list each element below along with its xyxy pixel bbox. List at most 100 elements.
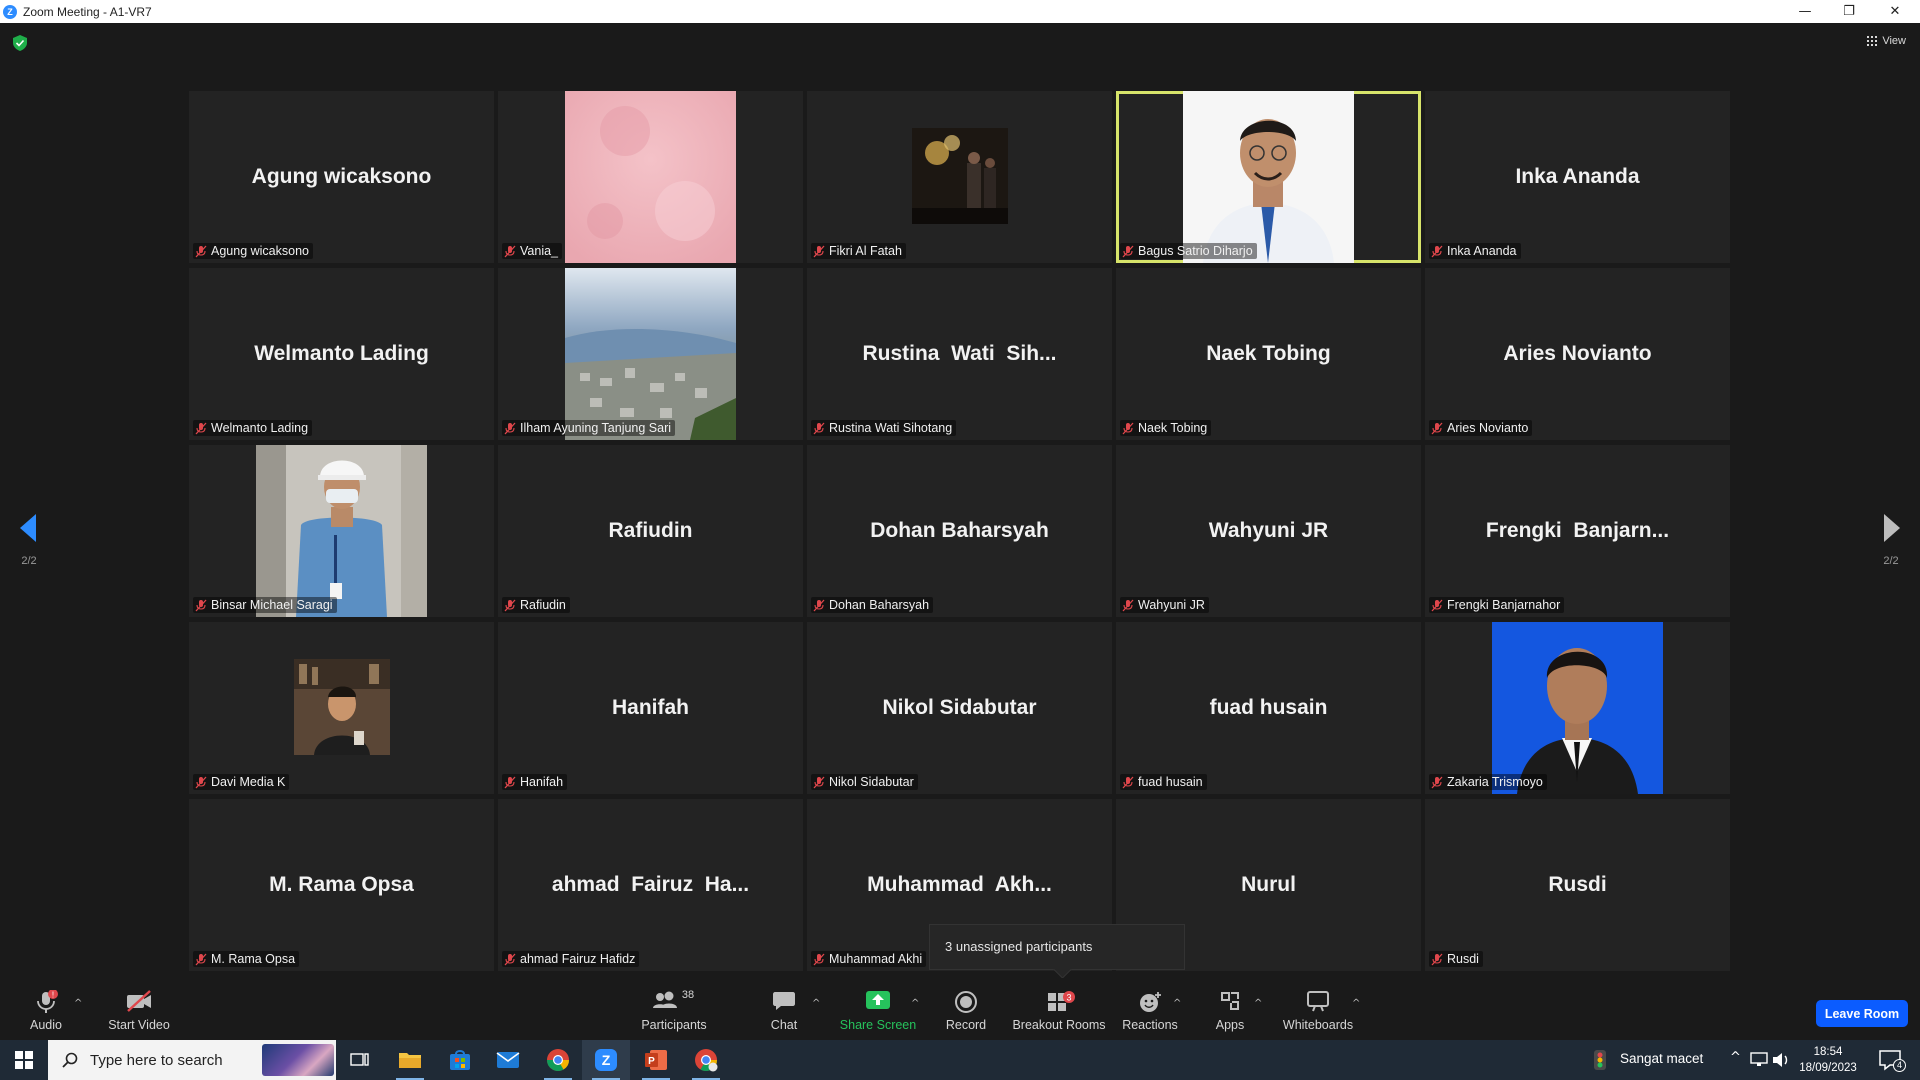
muted-mic-icon (504, 776, 516, 788)
restore-button[interactable]: ❐ (1826, 0, 1872, 23)
participant-tile[interactable]: Wahyuni JR Wahyuni JR (1116, 445, 1421, 617)
participant-tile[interactable]: Agung wicaksono Agung wicaksono (189, 91, 494, 263)
chat-bubble-icon (773, 992, 795, 1010)
participant-tile[interactable]: ahmad Fairuz Ha... ahmad Fairuz Hafidz (498, 799, 803, 971)
participants-icon: 38 (653, 990, 694, 1008)
participant-tile[interactable]: Welmanto Lading Welmanto Lading (189, 268, 494, 440)
taskbar-mail[interactable] (484, 1040, 532, 1080)
svg-text:Z: Z (602, 1052, 611, 1068)
audio-options-caret-icon[interactable]: ^ (74, 998, 82, 1009)
apps-button[interactable]: Apps (1210, 978, 1250, 1040)
taskbar-file-explorer[interactable] (386, 1040, 434, 1080)
network-icon[interactable] (1750, 1052, 1768, 1068)
minimize-button[interactable]: — (1782, 0, 1828, 23)
volume-icon[interactable] (1772, 1052, 1790, 1068)
muted-mic-icon (813, 599, 825, 611)
whiteboard-icon (1307, 991, 1329, 1012)
participant-tile[interactable]: Naek Tobing Naek Tobing (1116, 268, 1421, 440)
start-video-button[interactable]: Start Video (104, 978, 174, 1040)
muted-mic-icon (1431, 953, 1443, 965)
whiteboards-options-caret-icon[interactable]: ^ (1352, 998, 1360, 1009)
participant-tile[interactable]: Binsar Michael Saragi (189, 445, 494, 617)
taskbar-chrome-profile[interactable] (682, 1040, 730, 1080)
hidden-icons-chevron-icon[interactable]: ^ (1730, 1050, 1741, 1065)
participant-tile[interactable]: Vania_ (498, 91, 803, 263)
apps-options-caret-icon[interactable]: ^ (1254, 998, 1262, 1009)
leave-room-button[interactable]: Leave Room (1816, 1000, 1908, 1027)
taskbar-chrome[interactable] (534, 1040, 582, 1080)
participant-tile[interactable]: fuad husain fuad husain (1116, 622, 1421, 794)
chrome-icon (547, 1049, 569, 1071)
unassigned-participants-popup[interactable]: 3 unassigned participants (929, 924, 1185, 970)
participant-name-tag: Rafiudin (502, 597, 570, 613)
next-page-arrow-icon[interactable] (1882, 514, 1902, 542)
reactions-button[interactable]: Reactions (1122, 978, 1178, 1040)
close-button[interactable]: ✕ (1872, 0, 1918, 23)
participant-tile[interactable]: Frengki Banjarn... Frengki Banjarnahor (1425, 445, 1730, 617)
page-indicator-right: 2/2 (1883, 555, 1899, 567)
participant-name-tag: Binsar Michael Saragi (193, 597, 337, 613)
participant-tile[interactable]: M. Rama Opsa M. Rama Opsa (189, 799, 494, 971)
participant-name-tag: Nikol Sidabutar (811, 774, 918, 790)
taskbar-clock[interactable]: 18:54 18/09/2023 (1790, 1044, 1866, 1076)
participant-tile[interactable]: Aries Novianto Aries Novianto (1425, 268, 1730, 440)
previous-page-arrow-icon[interactable] (18, 514, 38, 542)
participant-name-label: Welmanto Lading (211, 421, 309, 435)
participant-name-label: Zakaria Trismoyo (1447, 775, 1543, 789)
participant-display-name: Rusdi (1548, 873, 1607, 896)
file-explorer-icon (399, 1053, 421, 1068)
taskbar-search-box[interactable]: Type here to search (48, 1040, 336, 1080)
popup-text: 3 unassigned participants (945, 939, 1093, 954)
windows-start-button[interactable] (0, 1040, 47, 1080)
participant-tile[interactable]: Rusdi Rusdi (1425, 799, 1730, 971)
participant-tile[interactable]: Rafiudin Rafiudin (498, 445, 803, 617)
search-placeholder: Type here to search (90, 1051, 223, 1069)
meeting-toolbar: ! Audio ^ Start Video 38 Participants Ch… (0, 978, 1920, 1040)
notification-center-button[interactable]: 4 (1874, 1046, 1910, 1074)
encryption-shield-icon[interactable] (13, 35, 27, 51)
participant-name-label: Vania_ (520, 244, 558, 258)
participant-tile[interactable]: Zakaria Trismoyo (1425, 622, 1730, 794)
view-button[interactable]: View (1867, 35, 1906, 47)
reactions-options-caret-icon[interactable]: ^ (1173, 998, 1181, 1009)
muted-mic-icon (1431, 245, 1443, 257)
participant-name-tag: Davi Media K (193, 774, 290, 790)
participant-tile[interactable]: Nikol Sidabutar Nikol Sidabutar (807, 622, 1112, 794)
participant-tile[interactable]: Hanifah Hanifah (498, 622, 803, 794)
taskbar-powerpoint[interactable]: P (632, 1040, 680, 1080)
participant-display-name: Agung wicaksono (251, 165, 432, 188)
participant-tile[interactable]: Rustina Wati Sih... Rustina Wati Sihotang (807, 268, 1112, 440)
chat-button[interactable]: Chat (764, 978, 804, 1040)
participant-tile[interactable]: Ilham Ayuning Tanjung Sari (498, 268, 803, 440)
zoom-logo-icon: Z (3, 4, 17, 19)
participant-name-label: Rusdi (1447, 952, 1479, 966)
participant-tile[interactable]: Davi Media K (189, 622, 494, 794)
taskbar-microsoft-store[interactable] (436, 1040, 484, 1080)
share-screen-button[interactable]: Share Screen (838, 978, 918, 1040)
participant-name-label: ahmad Fairuz Hafidz (520, 952, 636, 966)
participant-tile[interactable]: Bagus Satrio Diharjo (1116, 91, 1421, 263)
task-view-button[interactable] (336, 1040, 384, 1080)
breakout-rooms-label: Breakout Rooms (1012, 1018, 1106, 1032)
share-options-caret-icon[interactable]: ^ (911, 998, 919, 1009)
taskbar-zoom[interactable]: Z (582, 1040, 630, 1080)
participant-name-tag: Inka Ananda (1429, 243, 1521, 259)
participant-name-label: Inka Ananda (1447, 244, 1517, 258)
chrome-profile-icon (695, 1049, 718, 1072)
audio-button[interactable]: ! Audio (24, 978, 68, 1040)
breakout-count-badge: 3 (1066, 993, 1071, 1003)
participants-button[interactable]: 38 Participants (636, 978, 712, 1040)
breakout-rooms-button[interactable]: 3 Breakout Rooms (1012, 978, 1106, 1040)
video-off-icon (127, 990, 151, 1012)
participant-tile[interactable]: Fikri Al Fatah (807, 91, 1112, 263)
participant-display-name: Nurul (1241, 873, 1296, 896)
muted-mic-icon (1122, 245, 1134, 257)
whiteboards-button[interactable]: Whiteboards (1283, 978, 1353, 1040)
participant-tile[interactable]: Inka Ananda Inka Ananda (1425, 91, 1730, 263)
muted-mic-icon (1122, 776, 1134, 788)
record-button[interactable]: Record (944, 978, 988, 1040)
traffic-status-text[interactable]: Sangat macet (1620, 1051, 1703, 1066)
chat-options-caret-icon[interactable]: ^ (812, 998, 820, 1009)
traffic-weather-icon[interactable] (1588, 1049, 1612, 1071)
participant-tile[interactable]: Dohan Baharsyah Dohan Baharsyah (807, 445, 1112, 617)
